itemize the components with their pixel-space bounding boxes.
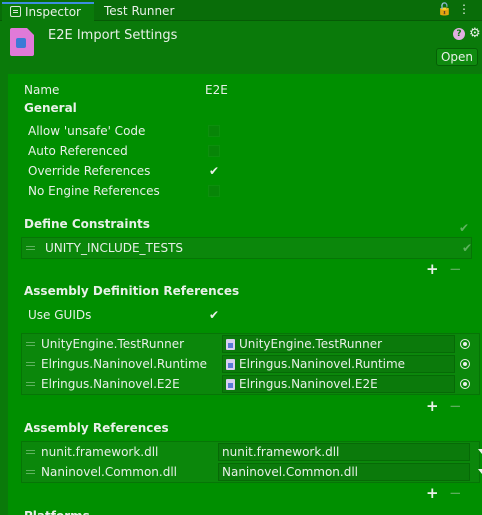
override-references-checkbox[interactable]: ✔ xyxy=(208,165,220,177)
use-guids-label: Use GUIDs xyxy=(28,308,92,322)
asmdef-ref-value: UnityEngine.TestRunner xyxy=(239,337,383,351)
constraints-valid-icon: ✔ xyxy=(458,221,470,235)
use-guids-row: Use GUIDs ✔ xyxy=(8,306,468,324)
asmdef-refs-add-button[interactable]: + xyxy=(426,399,439,414)
open-button[interactable]: Open xyxy=(436,48,478,66)
assembly-ref-dropdown[interactable]: Naninovel.Common.dll xyxy=(218,463,470,481)
option-auto-referenced: Auto Referenced xyxy=(8,142,468,160)
chevron-down-icon[interactable] xyxy=(478,469,482,474)
option-no-engine-references: No Engine References xyxy=(8,182,468,200)
page-title: E2E Import Settings xyxy=(48,28,178,43)
asmdef-refs-list: UnityEngine.TestRunner UnityEngine.TestR… xyxy=(21,333,480,395)
name-row: Name E2E xyxy=(8,81,468,99)
no-engine-references-checkbox[interactable] xyxy=(208,185,220,197)
assembly-icon xyxy=(226,339,235,350)
option-allow-unsafe: Allow 'unsafe' Code xyxy=(8,122,468,140)
asmdef-asset-icon xyxy=(10,28,34,56)
use-guids-checkbox[interactable]: ✔ xyxy=(208,309,220,321)
drag-handle-icon[interactable] xyxy=(26,362,35,363)
list-item[interactable]: Elringus.Naninovel.E2E Elringus.Naninove… xyxy=(22,374,479,394)
assembly-ref-name: Naninovel.Common.dll xyxy=(41,465,177,479)
define-constraints-list: UNITY_INCLUDE_TESTS ✔ xyxy=(21,237,472,259)
help-icon[interactable]: ? xyxy=(453,28,465,40)
platforms-heading: Platforms xyxy=(24,507,90,515)
assembly-refs-add-button[interactable]: + xyxy=(426,486,439,501)
object-picker-icon[interactable] xyxy=(460,379,470,389)
tab-tools: 🔓⋮ xyxy=(437,2,476,16)
asmdef-ref-name: UnityEngine.TestRunner xyxy=(41,337,185,351)
tab-inspector-label: Inspector xyxy=(25,5,81,19)
list-item[interactable]: UNITY_INCLUDE_TESTS ✔ xyxy=(22,238,473,258)
list-item[interactable]: Naninovel.Common.dll Naninovel.Common.dl… xyxy=(22,462,482,482)
general-heading: General xyxy=(24,101,77,115)
name-label: Name xyxy=(24,83,60,97)
assembly-refs-remove-button[interactable]: − xyxy=(449,486,462,501)
name-value[interactable]: E2E xyxy=(205,81,228,99)
asmdef-ref-value: Elringus.Naninovel.E2E xyxy=(239,377,378,391)
tab-test-runner[interactable]: Test Runner xyxy=(96,2,182,21)
constraints-add-button[interactable]: + xyxy=(426,262,439,277)
assembly-icon xyxy=(226,379,235,390)
object-picker-icon[interactable] xyxy=(460,339,470,349)
asmdef-refs-remove-button[interactable]: − xyxy=(449,399,462,414)
more-menu-icon[interactable]: ⋮ xyxy=(458,2,476,16)
tab-bar: Inspector Test Runner 🔓⋮ xyxy=(0,0,482,21)
chevron-down-icon[interactable] xyxy=(478,449,482,454)
assembly-icon xyxy=(226,359,235,370)
define-constraints-heading: Define Constraints xyxy=(24,217,150,231)
list-item[interactable]: UnityEngine.TestRunner UnityEngine.TestR… xyxy=(22,334,479,354)
inspector-body: Name E2E General Allow 'unsafe' Code Aut… xyxy=(8,74,482,515)
assembly-refs-list: nunit.framework.dll nunit.framework.dll … xyxy=(21,441,482,483)
assembly-ref-name: nunit.framework.dll xyxy=(41,445,159,459)
asmdef-ref-field[interactable]: Elringus.Naninovel.Runtime xyxy=(222,355,455,373)
drag-handle-icon[interactable] xyxy=(26,470,35,471)
object-picker-icon[interactable] xyxy=(460,359,470,369)
asmdef-refs-heading: Assembly Definition References xyxy=(24,284,240,298)
option-label: No Engine References xyxy=(28,184,160,198)
option-override-references: Override References ✔ xyxy=(8,162,468,180)
gear-icon[interactable]: ⚙ xyxy=(469,26,481,41)
drag-handle-icon[interactable] xyxy=(26,246,35,247)
assembly-ref-dropdown[interactable]: nunit.framework.dll xyxy=(218,443,470,461)
inspector-icon xyxy=(10,6,21,17)
asmdef-ref-field[interactable]: UnityEngine.TestRunner xyxy=(222,335,455,353)
allow-unsafe-checkbox[interactable] xyxy=(208,125,220,137)
asmdef-ref-name: Elringus.Naninovel.Runtime xyxy=(41,357,208,371)
assembly-refs-heading: Assembly References xyxy=(24,421,169,435)
asmdef-ref-name: Elringus.Naninovel.E2E xyxy=(41,377,180,391)
constraint-text[interactable]: UNITY_INCLUDE_TESTS xyxy=(45,238,183,258)
list-item[interactable]: nunit.framework.dll nunit.framework.dll xyxy=(22,442,482,462)
option-label: Auto Referenced xyxy=(28,144,128,158)
option-label: Override References xyxy=(28,164,151,178)
tab-inspector[interactable]: Inspector xyxy=(2,2,94,21)
list-item[interactable]: Elringus.Naninovel.Runtime Elringus.Nani… xyxy=(22,354,479,374)
asmdef-ref-field[interactable]: Elringus.Naninovel.E2E xyxy=(222,375,455,393)
constraint-valid-icon: ✔ xyxy=(462,241,473,255)
constraints-remove-button[interactable]: − xyxy=(449,262,462,277)
drag-handle-icon[interactable] xyxy=(26,342,35,343)
drag-handle-icon[interactable] xyxy=(26,450,35,451)
lock-icon[interactable]: 🔓 xyxy=(437,2,458,16)
auto-referenced-checkbox[interactable] xyxy=(208,145,220,157)
drag-handle-icon[interactable] xyxy=(26,382,35,383)
option-label: Allow 'unsafe' Code xyxy=(28,124,146,138)
asmdef-ref-value: Elringus.Naninovel.Runtime xyxy=(239,357,406,371)
